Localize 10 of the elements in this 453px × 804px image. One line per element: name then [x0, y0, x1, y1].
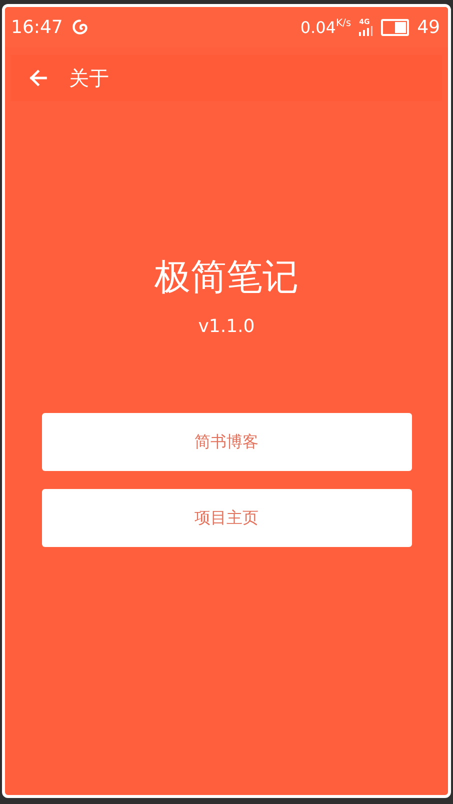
- link-button[interactable]: 简书博客: [42, 413, 412, 471]
- status-time: 16:47: [11, 16, 63, 38]
- toolbar-title: 关于: [69, 64, 109, 92]
- back-arrow-icon[interactable]: [27, 67, 49, 89]
- app-version: v1.1.0: [198, 316, 255, 337]
- swirl-icon: [70, 18, 89, 36]
- battery-level: 49: [417, 16, 440, 38]
- link-button[interactable]: 项目主页: [42, 489, 412, 547]
- battery-icon: [381, 18, 410, 36]
- app-name: 极简笔记: [154, 256, 298, 300]
